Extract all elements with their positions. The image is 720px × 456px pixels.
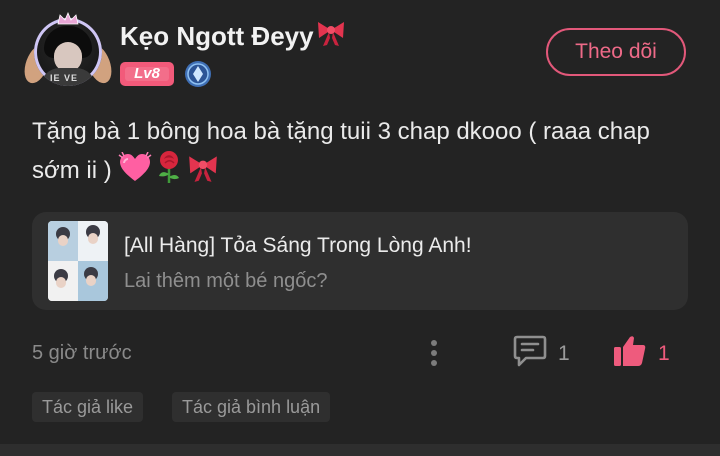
quoted-story-card[interactable]: [All Hàng] Tỏa Sáng Trong Lòng Anh! Lai … bbox=[32, 212, 688, 310]
avatar[interactable]: IE VE bbox=[19, 12, 117, 92]
story-title: [All Hàng] Tỏa Sáng Trong Lòng Anh! bbox=[124, 234, 472, 257]
like-button[interactable]: 1 bbox=[612, 334, 676, 370]
thumbs-up-icon bbox=[614, 336, 646, 366]
like-count: 1 bbox=[658, 342, 670, 365]
rose-icon bbox=[159, 151, 180, 183]
next-item-divider bbox=[0, 444, 720, 456]
follow-button[interactable]: Theo dõi bbox=[546, 28, 686, 76]
ribbon-icon bbox=[189, 156, 218, 182]
growing-heart-icon bbox=[118, 151, 152, 181]
tag-author-like: Tác giả like bbox=[32, 392, 144, 422]
username-text: Kẹo Ngott Đeyy bbox=[120, 21, 314, 51]
comment-card: IE VE Kẹo Ngott Đeyy Lv8 Theo dõi Tặng b… bbox=[0, 0, 720, 444]
tag-author-comment: Tác giả bình luận bbox=[172, 392, 331, 422]
avatar-shirt-text: IE VE bbox=[50, 73, 79, 83]
username[interactable]: Kẹo Ngott Đeyy bbox=[120, 18, 347, 55]
crown-icon bbox=[57, 12, 79, 25]
timestamp: 5 giờ trước bbox=[32, 342, 132, 364]
comment-text: Tặng bà 1 bông hoa bà tặng tuii 3 chap d… bbox=[32, 114, 692, 195]
comment-icon bbox=[513, 335, 547, 367]
shield-badge-icon bbox=[185, 61, 211, 87]
level-badge: Lv8 bbox=[120, 62, 174, 86]
story-subtitle: Lai thêm một bé ngốc? bbox=[124, 270, 328, 292]
reply-button[interactable]: 1 bbox=[512, 334, 576, 370]
avatar-photo: IE VE bbox=[34, 18, 102, 86]
ribbon-icon bbox=[315, 18, 347, 55]
more-options-button[interactable] bbox=[424, 336, 444, 370]
story-thumbnail bbox=[48, 221, 108, 301]
emoji-row bbox=[118, 150, 222, 195]
comment-count: 1 bbox=[558, 342, 570, 365]
